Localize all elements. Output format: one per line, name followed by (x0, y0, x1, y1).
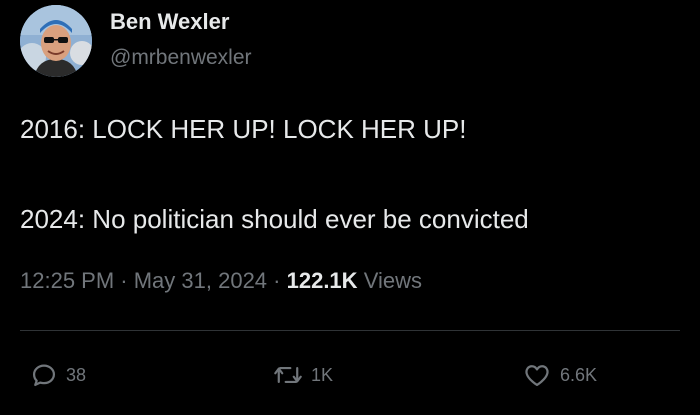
views-count: 122.1K (286, 268, 358, 293)
author-handle[interactable]: @mrbenwexler (110, 46, 252, 70)
retweet-button[interactable]: 1K (273, 355, 333, 395)
tweet-text: 2016: LOCK HER UP! LOCK HER UP! 2024: No… (20, 110, 680, 238)
tweet-date[interactable]: May 31, 2024 (134, 268, 267, 293)
like-button[interactable]: 6.6K (522, 355, 597, 395)
heart-icon (522, 361, 552, 389)
tweet-line: 2016: LOCK HER UP! LOCK HER UP! (20, 114, 467, 144)
like-count: 6.6K (560, 364, 598, 385)
reply-count: 38 (66, 364, 87, 385)
avatar[interactable] (20, 5, 92, 77)
reply-icon (30, 361, 58, 389)
author-display-name[interactable]: Ben Wexler (110, 9, 229, 35)
tweet-time[interactable]: 12:25 PM (20, 268, 114, 293)
views-label: Views (363, 268, 422, 293)
tweet-meta: 12:25 PM · May 31, 2024 · 122.1K Views (20, 268, 422, 294)
tweet-line: 2024: No politician should ever be convi… (20, 204, 529, 234)
reply-button[interactable]: 38 (30, 355, 86, 395)
retweet-count: 1K (311, 364, 334, 385)
meta-separator: · (114, 268, 134, 293)
meta-separator: · (267, 268, 287, 293)
retweet-icon (273, 361, 303, 389)
avatar-image (20, 5, 92, 77)
tweet-card: Ben Wexler @mrbenwexler 2016: LOCK HER U… (0, 0, 700, 415)
divider (20, 330, 680, 331)
action-bar: 38 1K 6.6K (0, 355, 700, 395)
